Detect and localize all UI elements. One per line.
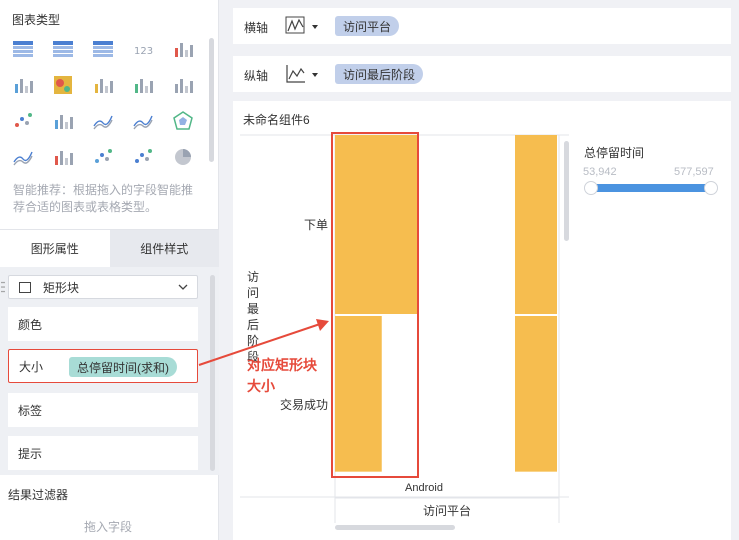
radar-line-icon[interactable]	[132, 110, 154, 132]
recommend-text: 智能推荐：根据拖入的字段智能推荐合适的图表或表格类型。	[13, 183, 194, 214]
y-axis-label: 纵轴	[244, 69, 269, 83]
caret-down-icon[interactable]	[311, 24, 319, 30]
x-axis-type-icon[interactable]	[285, 15, 307, 37]
drag-handle-icon[interactable]	[1, 281, 5, 293]
legend-max: 577,597	[674, 166, 714, 178]
properties-scrollbar[interactable]	[210, 275, 215, 471]
heatmap-cell	[335, 316, 382, 472]
chart-vertical-scrollbar[interactable]	[564, 141, 569, 241]
filter-drop-field[interactable]: 拖入字段	[8, 512, 208, 540]
scatter-bars-icon[interactable]	[52, 110, 74, 132]
crosstab-icon[interactable]	[52, 38, 74, 60]
pie-icon[interactable]	[172, 146, 194, 168]
legend-title: 总停留时间	[584, 146, 645, 160]
chart-horizontal-scrollbar[interactable]	[335, 525, 455, 530]
color-property-label: 颜色	[18, 317, 43, 332]
chart-panel: 下单 交易成功 Android 访问平台访问最后阶段 未命名组件6 总停留时间 53,…	[233, 101, 731, 540]
y-axis-title-char: 后	[247, 318, 259, 332]
x-tick-label: Android	[405, 482, 443, 494]
size-field-pill[interactable]: 总停留时间(求和)	[69, 357, 177, 377]
multi-line-icon[interactable]	[92, 110, 114, 132]
tooltip-property-label: 提示	[18, 446, 43, 461]
label-property[interactable]: 标签	[8, 393, 198, 427]
chart-title: 未命名组件6	[243, 113, 310, 127]
heatmap-cell	[515, 135, 557, 314]
color-table-icon[interactable]	[172, 38, 194, 60]
annotation-text: 对应矩形块 大小	[247, 355, 317, 397]
left-panel: 图表类型 123 智能推荐：根据拖入的字段智能推荐合适的图表或表格类型。 图形属…	[0, 0, 219, 540]
area-icon[interactable]	[12, 146, 34, 168]
chevron-down-icon	[178, 284, 188, 290]
x-axis-bar: 横轴 访问平台	[233, 8, 731, 44]
annotation-line1: 对应矩形块	[247, 357, 317, 373]
y-tick-label: 交易成功	[280, 397, 328, 412]
result-filter-title: 结果过滤器	[8, 488, 69, 502]
rectangle-icon	[19, 281, 31, 293]
y-tick-label: 下单	[304, 218, 328, 232]
dot-matrix-icon[interactable]	[12, 110, 34, 132]
chart-types-title: 图表类型	[12, 13, 61, 27]
slider-handle-min[interactable]	[584, 181, 598, 195]
tab-component-style[interactable]: 组件样式	[109, 230, 219, 267]
x-axis-title: 访问平台	[423, 503, 471, 518]
tooltip-property[interactable]: 提示	[8, 436, 198, 470]
heatmap-cell	[515, 316, 557, 472]
label-property-label: 标签	[18, 403, 43, 418]
svg-text:123: 123	[134, 46, 153, 57]
heatmap-icon[interactable]	[52, 74, 74, 96]
kpi-number-icon[interactable]: 123	[132, 38, 154, 60]
y-axis-field-pill[interactable]: 访问最后阶段	[335, 64, 424, 84]
stacked-bar-icon[interactable]	[52, 146, 74, 168]
grouped-table-icon[interactable]	[92, 38, 114, 60]
heatmap-cell	[335, 135, 417, 314]
legend-list-icon[interactable]	[12, 74, 34, 96]
chart-types-scrollbar[interactable]	[209, 38, 214, 162]
caret-down-icon[interactable]	[311, 72, 319, 78]
legend-range-slider[interactable]	[590, 184, 712, 192]
radar-icon[interactable]	[172, 110, 194, 132]
bubble-icon[interactable]	[132, 146, 154, 168]
shape-select-value: 矩形块	[43, 280, 80, 295]
annotation-line2: 大小	[247, 378, 275, 394]
y-axis-title-char: 访	[247, 270, 259, 284]
y-axis-bar: 纵轴 访问最后阶段	[233, 56, 731, 92]
y-axis-title-char: 最	[247, 302, 259, 316]
y-axis-title-char: 问	[247, 286, 259, 300]
y-axis-type-icon[interactable]	[285, 63, 307, 85]
x-axis-label: 横轴	[244, 21, 269, 35]
size-property[interactable]: 大小 总停留时间(求和)	[8, 349, 198, 383]
property-tabs: 图形属性 组件样式	[0, 229, 219, 267]
size-property-label: 大小	[19, 359, 44, 374]
x-axis-field-pill[interactable]: 访问平台	[335, 16, 400, 36]
heatmap-chart: 下单交易成功Android访问平台访问最后阶段	[240, 134, 569, 523]
slider-handle-max[interactable]	[704, 181, 718, 195]
shape-select[interactable]: 矩形块	[8, 275, 198, 299]
table-icon[interactable]	[12, 38, 34, 60]
legend-min: 53,942	[583, 166, 617, 178]
y-axis-title-char: 阶	[247, 334, 259, 348]
sorted-bar-icon[interactable]	[172, 74, 194, 96]
tab-graphic-properties[interactable]: 图形属性	[0, 230, 110, 267]
properties-panel: 矩形块 颜色 大小 总停留时间(求和) 标签 提示	[0, 267, 219, 475]
color-property[interactable]: 颜色	[8, 307, 198, 341]
bar-icon[interactable]	[132, 74, 154, 96]
scatter-icon[interactable]	[92, 146, 114, 168]
grouped-bar-icon[interactable]	[92, 74, 114, 96]
